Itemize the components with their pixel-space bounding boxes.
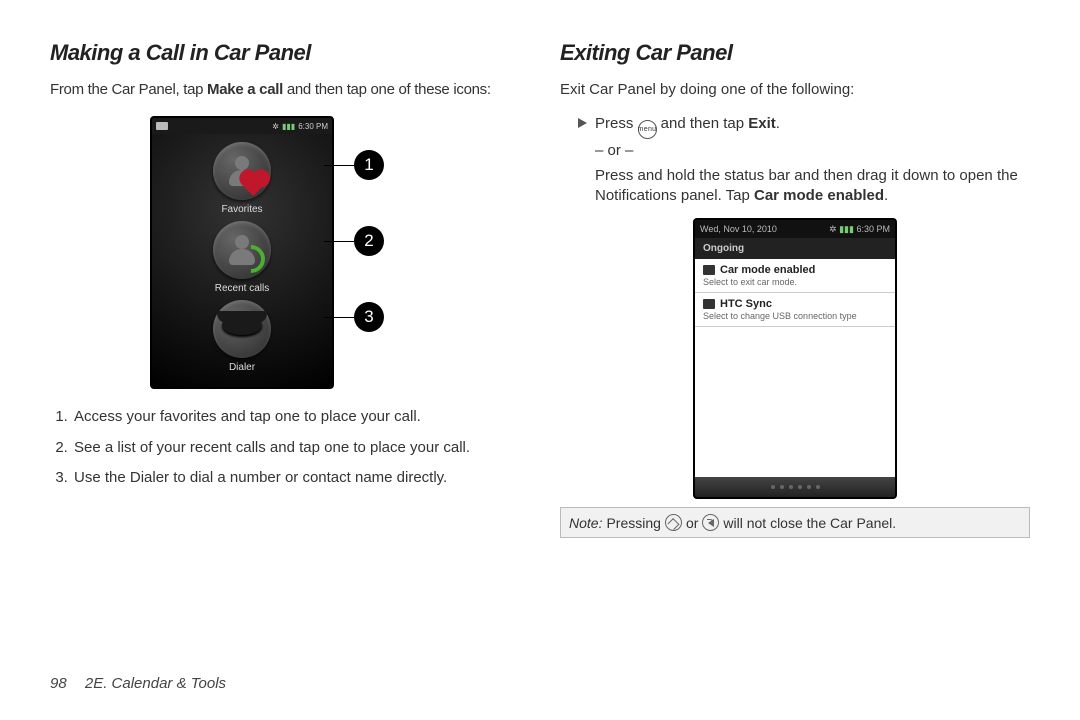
date: Wed, Nov 10, 2010 — [700, 224, 777, 234]
heading-exiting: Exiting Car Panel — [560, 40, 1030, 66]
home-key-icon — [665, 514, 682, 531]
intro-left: From the Car Panel, tap Make a call and … — [50, 80, 520, 100]
notification-car-mode[interactable]: Car mode enabled Select to exit car mode… — [695, 259, 895, 293]
bullet-icon — [578, 118, 587, 128]
figure-car-panel: ✲ ▮▮▮ 6:30 PM Favorites Recent calls — [150, 116, 520, 389]
dialer-icon — [217, 311, 267, 347]
drag-handle[interactable] — [695, 477, 895, 497]
step-3: Use the Dialer to dial a number or conta… — [72, 468, 520, 488]
status-bar-2: Wed, Nov 10, 2010 ✲ ▮▮▮ 6:30 PM — [695, 220, 895, 238]
callout-2: 2 — [354, 226, 384, 256]
menu-key-icon: menu — [638, 120, 657, 139]
clock: 6:30 PM — [298, 122, 328, 131]
step-1: Access your favorites and tap one to pla… — [72, 407, 520, 427]
page-footer: 98 2E. Calendar & Tools — [50, 675, 226, 692]
step-2: See a list of your recent calls and tap … — [72, 438, 520, 458]
sync-icon — [703, 299, 715, 309]
note-box: Note: Pressing or will not close the Car… — [560, 507, 1030, 538]
phone-mock-car-panel: ✲ ▮▮▮ 6:30 PM Favorites Recent calls — [150, 116, 334, 389]
bluetooth-icon: ✲ — [829, 224, 839, 234]
bluetooth-icon: ✲ — [272, 122, 279, 131]
ongoing-header: Ongoing — [695, 238, 895, 259]
intro-right: Exit Car Panel by doing one of the follo… — [560, 80, 1030, 100]
car-icon — [156, 122, 168, 130]
dialer-button[interactable]: Dialer — [192, 300, 292, 373]
option-1: Press menu and then tap Exit. – or – Pre… — [578, 114, 1030, 206]
signal-icon: ▮▮▮ — [839, 224, 856, 234]
favorites-button[interactable]: Favorites — [192, 142, 292, 215]
status-bar: ✲ ▮▮▮ 6:30 PM — [152, 118, 332, 134]
clock-2: 6:30 PM — [856, 224, 890, 234]
heading-making-call: Making a Call in Car Panel — [50, 40, 520, 66]
callout-numbers: 1 2 3 — [354, 116, 384, 332]
car-icon — [703, 265, 715, 275]
notification-htc-sync[interactable]: HTC Sync Select to change USB connection… — [695, 293, 895, 327]
right-column: Exiting Car Panel Exit Car Panel by doin… — [560, 40, 1030, 620]
signal-icon: ▮▮▮ — [282, 122, 295, 131]
heart-icon — [242, 172, 266, 196]
section-title: 2E. Calendar & Tools — [85, 675, 226, 692]
steps-list: Access your favorites and tap one to pla… — [50, 407, 520, 498]
page-number: 98 — [50, 675, 67, 692]
left-column: Making a Call in Car Panel From the Car … — [50, 40, 520, 620]
or-separator: – or – — [595, 141, 1030, 161]
recent-calls-button[interactable]: Recent calls — [192, 221, 292, 294]
callout-1: 1 — [354, 150, 384, 180]
callout-3: 3 — [354, 302, 384, 332]
back-key-icon — [702, 514, 719, 531]
phone-mock-notifications: Wed, Nov 10, 2010 ✲ ▮▮▮ 6:30 PM Ongoing … — [693, 218, 897, 499]
